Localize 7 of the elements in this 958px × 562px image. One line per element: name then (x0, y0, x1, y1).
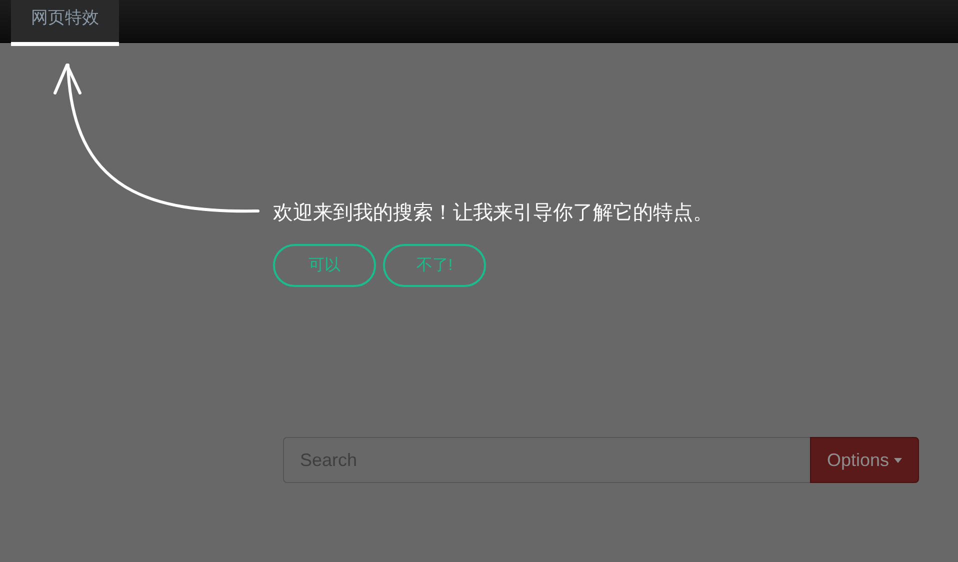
nav-tab[interactable]: 网页特效 (11, 0, 119, 42)
caret-icon (894, 458, 902, 462)
options-button[interactable]: Options (810, 437, 919, 483)
curved-arrow-icon (52, 61, 260, 214)
tour-message: 欢迎来到我的搜索！让我来引导你了解它的特点。 (273, 201, 713, 226)
tour-button[interactable]: 可以 (273, 244, 376, 287)
tour-button[interactable]: 不了! (383, 244, 486, 287)
